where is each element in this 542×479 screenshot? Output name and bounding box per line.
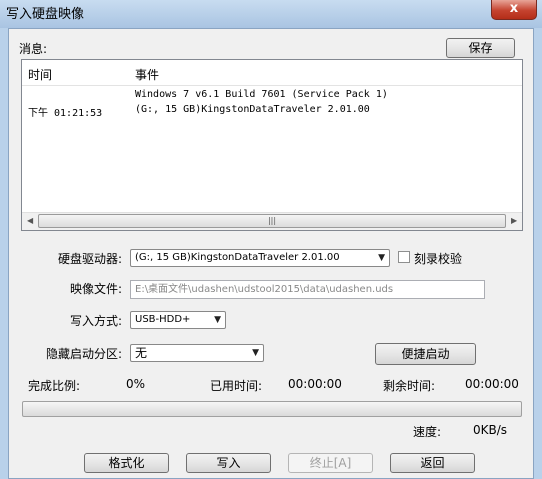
write-method-value: USB-HDD+: [135, 314, 191, 325]
horizontal-scrollbar[interactable]: ◀ ||| ▶: [22, 212, 522, 230]
column-header-time: 时间: [28, 68, 53, 82]
speed-label: 速度:: [413, 425, 442, 439]
write-button[interactable]: 写入: [186, 453, 271, 473]
scroll-right-icon[interactable]: ▶: [511, 216, 517, 225]
header-divider: [22, 85, 522, 86]
close-button[interactable]: x: [491, 0, 537, 20]
log-list: 时间 事件 Windows 7 v6.1 Build 7601 (Service…: [21, 59, 523, 231]
scrollbar-thumb[interactable]: |||: [38, 214, 506, 228]
percent-value: 0%: [126, 377, 146, 391]
format-button[interactable]: 格式化: [84, 453, 169, 473]
chevron-down-icon: ▼: [214, 315, 221, 325]
drive-label: 硬盘驱动器:: [58, 252, 123, 266]
hidden-partition-label: 隐藏启动分区:: [46, 347, 123, 361]
window-title: 写入硬盘映像: [6, 7, 85, 22]
log-event: (G:, 15 GB)KingstonDataTraveler 2.01.00: [135, 104, 370, 115]
elapsed-label: 已用时间:: [210, 379, 263, 393]
speed-value: 0KB/s: [473, 423, 508, 437]
back-button[interactable]: 返回: [390, 453, 475, 473]
hidden-partition-value: 无: [135, 346, 148, 360]
drive-select-value: (G:, 15 GB)KingstonDataTraveler 2.01.00: [135, 252, 340, 263]
save-button[interactable]: 保存: [446, 38, 515, 58]
scroll-left-icon[interactable]: ◀: [27, 216, 33, 225]
chevron-down-icon: ▼: [252, 348, 259, 358]
title-bar: 写入硬盘映像 x: [0, 0, 542, 28]
remaining-value: 00:00:00: [465, 377, 519, 391]
percent-label: 完成比例:: [28, 379, 81, 393]
log-label: 消息:: [19, 42, 48, 56]
write-method-select[interactable]: USB-HDD+ ▼: [130, 311, 226, 329]
close-icon: x: [509, 1, 519, 16]
write-method-label: 写入方式:: [70, 314, 123, 328]
image-file-value: E:\桌面文件\udashen\udstool2015\data\udashen…: [135, 284, 394, 295]
drive-select[interactable]: (G:, 15 GB)KingstonDataTraveler 2.01.00 …: [130, 249, 390, 267]
chevron-down-icon: ▼: [378, 253, 385, 263]
quick-boot-button[interactable]: 便捷启动: [375, 343, 476, 365]
hidden-partition-select[interactable]: 无 ▼: [130, 344, 264, 362]
log-event: Windows 7 v6.1 Build 7601 (Service Pack …: [135, 89, 388, 100]
verify-label: 刻录校验: [414, 252, 463, 266]
log-time: 下午 01:21:53: [28, 108, 103, 119]
elapsed-value: 00:00:00: [288, 377, 342, 391]
verify-checkbox[interactable]: [398, 251, 410, 263]
remaining-label: 剩余时间:: [383, 379, 436, 393]
progress-bar: [22, 401, 522, 417]
dialog-body: 消息: 保存 时间 事件 Windows 7 v6.1 Build 7601 (…: [8, 28, 534, 479]
image-file-label: 映像文件:: [70, 282, 123, 296]
column-header-event: 事件: [135, 68, 160, 82]
abort-button[interactable]: 终止[A]: [288, 453, 373, 473]
image-file-field[interactable]: E:\桌面文件\udashen\udstool2015\data\udashen…: [130, 280, 485, 299]
